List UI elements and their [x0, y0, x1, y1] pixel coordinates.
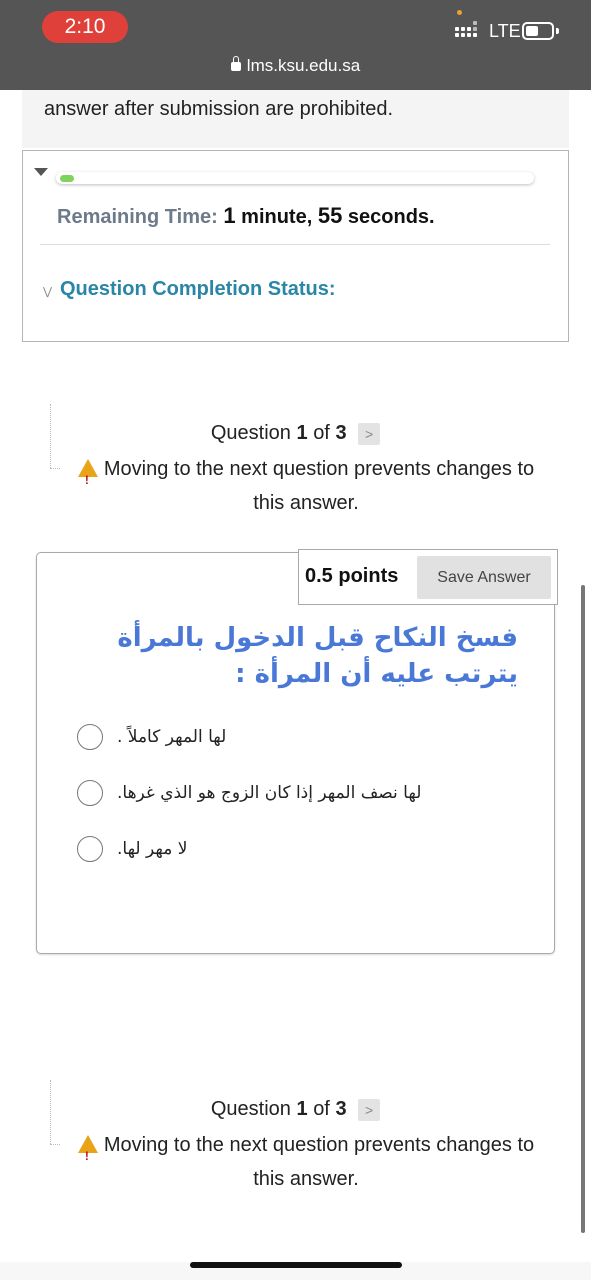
question-nav-bottom: Question 1 of 3 > — [0, 1098, 591, 1121]
question-nav-of: of — [313, 422, 330, 444]
question-card — [36, 552, 555, 954]
time-progress-bar — [56, 172, 534, 184]
question-nav-total: 3 — [335, 1098, 347, 1120]
page-scrollbar[interactable] — [581, 585, 585, 1233]
question-nav-total: 3 — [335, 422, 347, 444]
answer-option-label[interactable]: لها المهر كاملاً . — [117, 727, 226, 747]
radio-button[interactable] — [77, 724, 103, 750]
double-chevron-icon[interactable]: ⋁ — [43, 285, 52, 298]
question-nav-prefix: Question — [210, 422, 291, 444]
remaining-minutes: 1 — [223, 203, 236, 228]
warning-icon: ! — [77, 1135, 98, 1163]
radio-button[interactable] — [77, 836, 103, 862]
privacy-indicator-dot — [457, 10, 462, 15]
remaining-time: Remaining Time: 1 minute, 55 seconds. — [57, 203, 435, 229]
answer-option-label[interactable]: لها نصف المهر إذا كان الزوج هو الذي غرها… — [117, 783, 421, 803]
answer-option-label[interactable]: لا مهر لها. — [117, 839, 187, 859]
question-nav-top: Question 1 of 3 > — [0, 422, 591, 445]
battery-icon — [522, 22, 554, 40]
question-nav-current: 1 — [296, 1098, 308, 1120]
question-nav-prefix: Question — [210, 1098, 291, 1120]
nav-warning-line2: this answer. — [253, 492, 359, 514]
battery-tip — [556, 28, 559, 34]
next-question-button[interactable]: > — [358, 1098, 381, 1121]
signal-icon — [455, 21, 481, 41]
nav-warning-line1: ! Moving to the next question prevents ch… — [56, 1128, 556, 1163]
caret-down-icon[interactable] — [34, 168, 48, 176]
chevron-right-icon: > — [365, 1101, 374, 1118]
lock-icon — [230, 56, 241, 71]
nav-warning-line2: this answer. — [253, 1168, 359, 1190]
timer-divider — [40, 244, 550, 245]
next-question-button[interactable]: > — [358, 422, 381, 445]
remaining-seconds-unit: seconds. — [347, 206, 435, 228]
question-nav-of: of — [313, 1098, 330, 1120]
time-progress-fill — [60, 175, 75, 182]
network-type: LTE — [489, 21, 521, 41]
remaining-minutes-unit: minute, — [241, 206, 313, 228]
question-points: 0.5 points — [305, 565, 399, 587]
home-indicator[interactable] — [190, 1262, 402, 1268]
save-answer-button[interactable]: Save Answer — [417, 556, 551, 599]
radio-button[interactable] — [77, 780, 103, 806]
warning-icon: ! — [77, 459, 98, 487]
question-nav-current: 1 — [296, 422, 308, 444]
instructions-text: answer after submission are prohibited. — [44, 98, 394, 120]
question-text: فسخ النكاح قبل الدخول بالمرأة يترتب عليه… — [117, 623, 518, 689]
nav-warning-line1: ! Moving to the next question prevents ch… — [56, 452, 556, 487]
remaining-seconds: 55 — [317, 203, 343, 228]
address-bar[interactable]: lms.ksu.edu.sa — [0, 56, 591, 76]
remaining-time-label: Remaining Time: — [57, 206, 218, 228]
chevron-right-icon: > — [365, 425, 374, 442]
status-time: 2:10 — [42, 11, 128, 43]
question-completion-status-toggle[interactable]: Question Completion Status: — [60, 278, 336, 301]
url-text: lms.ksu.edu.sa — [246, 56, 361, 75]
